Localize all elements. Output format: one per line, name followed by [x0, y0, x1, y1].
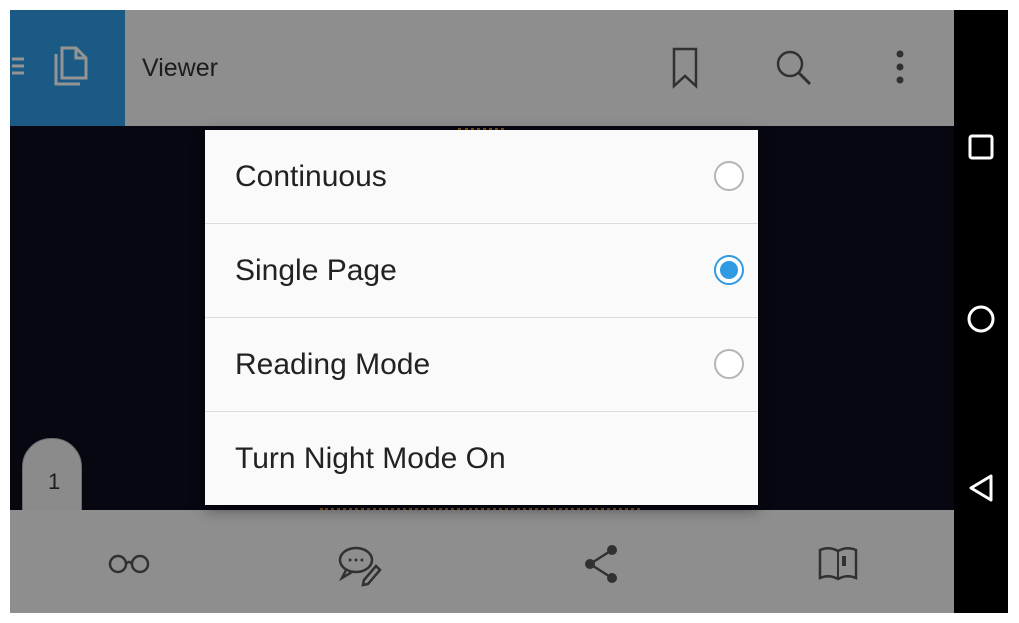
viewer-app: Viewer 1 Continuous Single Page Reading …: [10, 10, 954, 613]
menu-item-reading-mode[interactable]: Reading Mode: [205, 318, 758, 412]
system-navigation-bar: [954, 10, 1008, 613]
radio-button[interactable]: [714, 349, 744, 379]
home-circle-icon[interactable]: [966, 304, 996, 334]
menu-item-label: Continuous: [235, 160, 387, 193]
view-mode-menu: Continuous Single Page Reading Mode Turn…: [205, 130, 758, 505]
menu-item-label: Single Page: [235, 254, 397, 287]
menu-item-single-page[interactable]: Single Page: [205, 224, 758, 318]
radio-button-selected[interactable]: [714, 255, 744, 285]
menu-item-night-mode[interactable]: Turn Night Mode On: [205, 412, 758, 506]
radio-button[interactable]: [714, 161, 744, 191]
back-triangle-icon[interactable]: [966, 472, 996, 504]
menu-item-label: Turn Night Mode On: [235, 442, 506, 475]
menu-item-continuous[interactable]: Continuous: [205, 130, 758, 224]
recents-square-icon[interactable]: [966, 132, 996, 162]
device-frame: Viewer 1 Continuous Single Page Reading …: [10, 10, 1008, 613]
menu-item-label: Reading Mode: [235, 348, 431, 381]
